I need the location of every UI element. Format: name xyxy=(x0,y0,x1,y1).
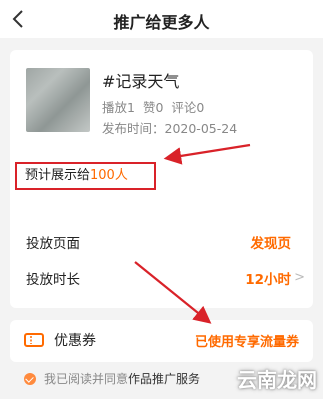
chevron-right-icon: > xyxy=(294,270,305,285)
estimated-reach-box: 预计展示给100人 xyxy=(15,162,156,190)
page-title: 推广给更多人 xyxy=(113,13,210,32)
like-count: 赞0 xyxy=(142,100,164,115)
coupon-row[interactable]: 优惠券 已使用专享流量券 xyxy=(10,320,313,362)
ticket-icon xyxy=(24,333,44,347)
placement-duration-row[interactable]: 投放时长 12小时 > xyxy=(10,262,313,292)
coupon-label: 优惠券 xyxy=(54,333,96,349)
comment-count: 评论0 xyxy=(171,100,205,115)
agreement-checkbox[interactable] xyxy=(24,373,36,385)
publish-date: 发布时间：2020-05-24 xyxy=(102,121,238,136)
coupon-value: 已使用专享流量券 xyxy=(194,335,299,350)
reach-count: 100人 xyxy=(90,168,128,183)
video-stats: 播放1 赞0 评论0 xyxy=(102,97,208,116)
settings-card: 投放页面 发现页 投放时长 12小时 > xyxy=(10,218,313,308)
placement-page-value: 发现页 xyxy=(250,236,292,252)
placement-page-row[interactable]: 投放页面 发现页 xyxy=(10,226,313,256)
placement-page-label: 投放页面 xyxy=(26,236,80,252)
top-bar: 推广给更多人 xyxy=(0,0,323,38)
watermark-logo: 云南龙网 xyxy=(237,368,317,392)
service-agreement-link[interactable]: 作品推广服务 xyxy=(128,372,200,386)
placement-duration-value: 12小时 xyxy=(245,272,291,288)
video-title: #记录天气 xyxy=(102,72,180,91)
play-count: 播放1 xyxy=(102,100,135,115)
agreement-row: 我已阅读并同意作品推广服务 xyxy=(24,370,200,387)
reach-label: 预计展示给 xyxy=(25,168,91,183)
video-thumbnail[interactable] xyxy=(26,68,90,132)
agreement-text: 我已阅读并同意 xyxy=(44,372,129,386)
placement-duration-label: 投放时长 xyxy=(26,272,80,288)
